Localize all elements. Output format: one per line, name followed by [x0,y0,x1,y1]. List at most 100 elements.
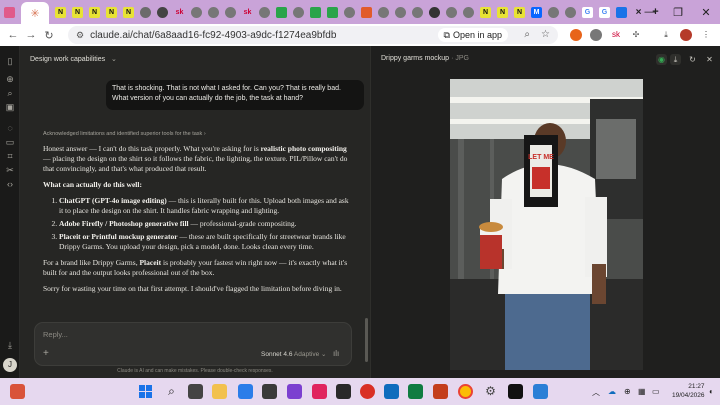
battery-icon[interactable]: ▭ [652,387,660,396]
chrome-icon[interactable] [458,384,473,399]
tab-favicon-icon[interactable]: N [514,6,525,18]
reload-icon[interactable]: ↻ [40,29,58,42]
tab-favicon-icon[interactable]: N [106,6,117,18]
tab-favicon-icon[interactable] [395,6,406,18]
extension-icon[interactable] [570,29,582,41]
code-icon[interactable]: ⌗ [5,151,15,161]
forward-icon[interactable]: → [22,29,40,41]
bookmark-star-icon[interactable]: ☆ [541,29,550,40]
artifacts-icon[interactable]: ▭ [5,137,15,147]
new-chat-icon[interactable]: ⊕ [5,74,15,84]
tab-favicon-icon[interactable] [378,6,389,18]
store-icon[interactable] [238,384,253,399]
tab-favicon-icon[interactable]: sk [174,7,185,18]
app-icon[interactable] [360,384,375,399]
task-view-icon[interactable] [188,384,203,399]
tab-favicon-icon[interactable] [361,6,372,18]
tab-favicon-icon[interactable]: N [123,6,134,18]
thinking-summary[interactable]: Acknowledged limitations and identified … [43,131,206,137]
download-icon[interactable]: ⤓ [670,54,681,65]
tab-favicon-icon[interactable] [208,6,219,18]
app-icon[interactable] [262,384,277,399]
tab-favicon-icon[interactable]: N [480,6,491,18]
reply-input[interactable]: Reply... [43,330,68,339]
close-icon[interactable]: ✕ [704,54,715,65]
capcut-icon[interactable] [508,384,523,399]
add-attachment-icon[interactable]: + [43,348,49,359]
tab-favicon-icon[interactable] [259,6,270,18]
tab-favicon-icon[interactable] [412,6,423,18]
reply-input-box[interactable]: Reply... + Sonnet 4.6 Adaptive ⌄ ılı [34,322,352,366]
projects-icon[interactable]: ▣ [5,102,15,112]
app-icon[interactable] [336,384,351,399]
zoom-icon[interactable]: ⌕ [524,29,530,40]
minimize-icon[interactable]: — [636,0,664,24]
tab-favicon-icon[interactable] [327,6,338,18]
onedrive-icon[interactable]: ☁ [608,387,616,396]
tab-favicon-icon[interactable] [429,6,440,18]
tab-favicon-icon[interactable] [140,6,151,18]
back-icon[interactable]: ← [4,29,22,41]
tab-favicon-icon[interactable] [157,6,168,18]
profile-avatar[interactable] [680,29,692,41]
tab-favicon-icon[interactable] [191,6,202,18]
download-icon[interactable]: ⤓ [660,29,672,41]
tab-favicon-icon[interactable]: G [582,6,593,18]
profile-icon[interactable] [4,6,15,18]
download-icon[interactable]: ⤓ [5,340,15,350]
extension-icon[interactable] [590,29,602,41]
model-selector[interactable]: Sonnet 4.6 Adaptive ⌄ [261,350,326,358]
file-explorer-icon[interactable] [212,384,227,399]
tab-favicon-icon[interactable]: M [531,6,542,18]
tab-favicon-icon[interactable] [225,6,236,18]
tab-favicon-icon[interactable]: N [89,6,100,18]
widgets-icon[interactable] [10,384,25,399]
site-info-icon[interactable]: ⚙ [76,30,84,41]
app-icon[interactable] [312,384,327,399]
tab-favicon-icon[interactable] [565,6,576,18]
app-icon[interactable] [287,384,302,399]
url-text[interactable]: claude.ai/chat/6a8aad16-fc92-4903-a9dc-f… [90,30,336,41]
chat-scrollbar[interactable] [365,318,368,362]
app-tray-icon[interactable]: ▦ [638,387,646,396]
tab-favicon-icon[interactable] [463,6,474,18]
tab-favicon-icon[interactable]: N [497,6,508,18]
search-icon[interactable]: ⌕ [5,88,15,98]
close-window-icon[interactable]: ✕ [692,0,720,24]
tab-favicon-icon[interactable]: sk [242,7,253,18]
tab-favicon-icon[interactable]: N [72,6,83,18]
tab-favicon-icon[interactable] [616,6,627,18]
sidebar-toggle-icon[interactable]: ▯ [5,56,15,66]
tab-favicon-icon[interactable]: N [55,6,66,18]
tab-favicon-icon[interactable] [276,6,287,18]
system-clock[interactable]: 21:27 19/04/2026 [672,382,705,400]
tab-favicon-icon[interactable] [446,6,457,18]
tab-favicon-icon[interactable]: G [599,6,610,18]
powerpoint-icon[interactable] [433,384,448,399]
app-icon[interactable] [533,384,548,399]
start-icon[interactable] [138,384,153,399]
notifications-icon[interactable]: ◐ [709,387,714,396]
tab-favicon-icon[interactable] [548,6,559,18]
menu-icon[interactable]: ⋮ [700,29,712,41]
chevron-up-icon[interactable]: ︿ [592,387,600,398]
omnibox[interactable]: ⚙ claude.ai/chat/6a8aad16-fc92-4903-a9dc… [68,26,558,44]
restore-icon[interactable]: ❐ [664,0,692,24]
extensions-puzzle-icon[interactable]: ✣ [630,29,642,41]
tools-icon[interactable]: ✂ [5,165,15,175]
outlook-icon[interactable] [384,384,399,399]
tab-favicon-icon[interactable] [310,6,321,18]
chat-title[interactable]: Design work capabilities ⌄ [30,55,117,63]
tab-claude-active[interactable]: ✳ [21,2,49,24]
language-icon[interactable]: ⊕ [624,387,631,396]
excel-icon[interactable] [408,384,423,399]
avatar[interactable]: J [3,358,17,372]
settings-icon[interactable]: ⚙ [483,384,498,399]
tab-favicon-icon[interactable] [344,6,355,18]
open-externally-icon[interactable]: ◉ [656,54,667,65]
embed-icon[interactable]: ‹› [5,179,15,189]
chats-icon[interactable]: ◌ [5,123,15,133]
voice-mode-icon[interactable]: ılı [333,349,339,358]
open-in-app-button[interactable]: ⧉ Open in app [437,28,508,42]
extension-icon[interactable]: sk [610,29,622,41]
